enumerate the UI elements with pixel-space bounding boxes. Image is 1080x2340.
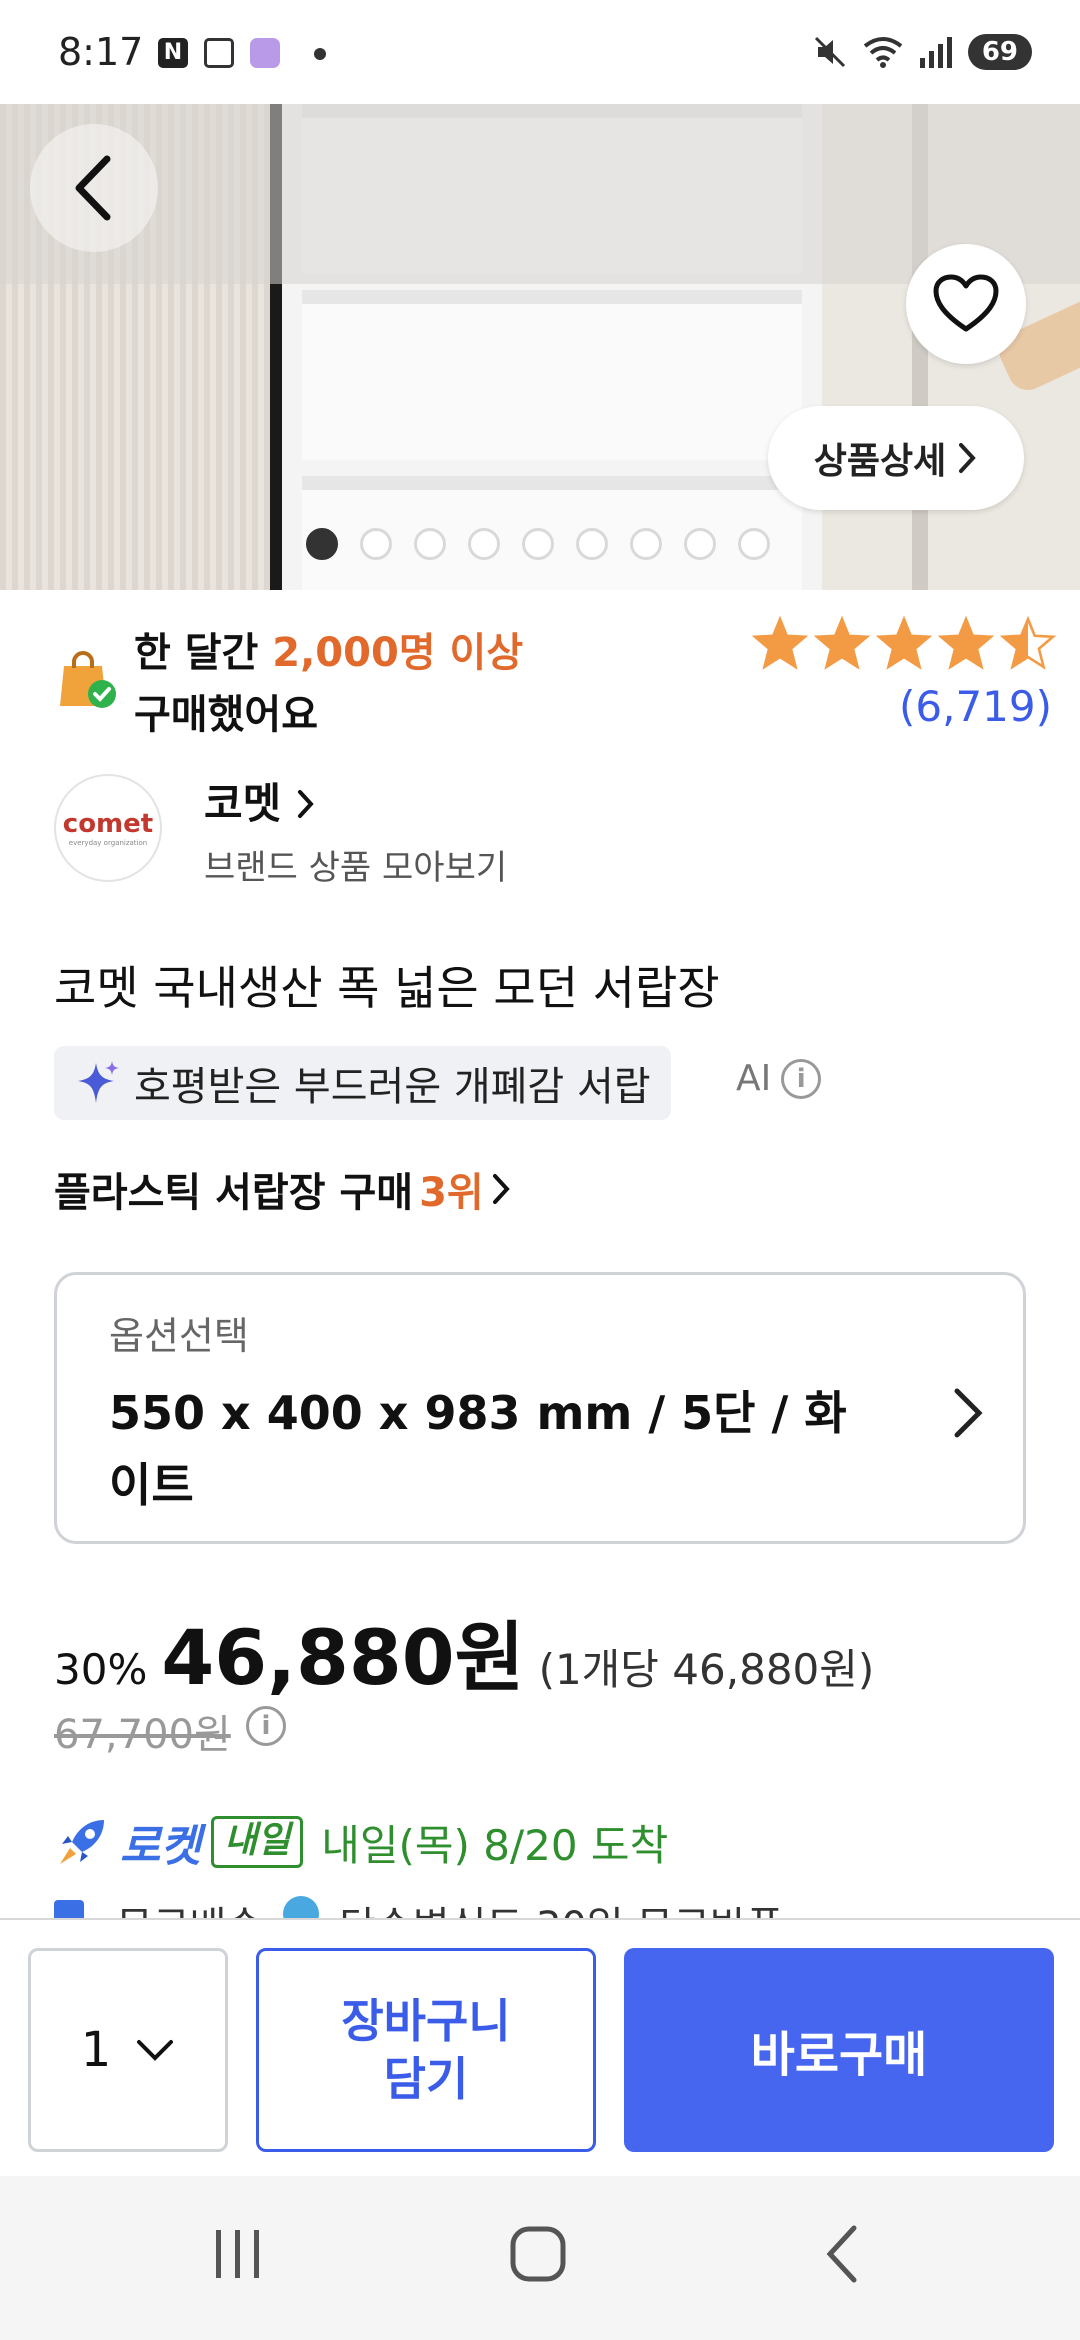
ai-review-summary[interactable]: 호평받은 부드러운 개폐감 서랍 — [54, 1046, 671, 1120]
category-rank-link[interactable]: 플라스틱 서랍장 구매 3위 — [54, 1160, 512, 1218]
carousel-indicator — [306, 528, 770, 560]
add-to-cart-button[interactable]: 장바구니 담기 — [256, 1948, 596, 2152]
chevron-down-icon — [137, 2040, 174, 2061]
delivery-benefits-peek: 무료배송 단순변심도 30일 무료반품 — [54, 1894, 954, 1918]
carousel-dot[interactable] — [468, 528, 500, 560]
free-shipping-text: 무료배송 — [116, 1894, 263, 1918]
back-nav-icon[interactable] — [822, 2224, 862, 2284]
chevron-left-icon — [75, 155, 111, 221]
carousel-dot[interactable] — [738, 528, 770, 560]
shopping-bag-icon — [60, 651, 116, 708]
unit-price: (1개당 46,880원) — [538, 1645, 875, 1694]
option-selector[interactable]: 옵션선택 550 x 400 x 983 mm / 5단 / 화이트 — [54, 1272, 1026, 1544]
option-value: 550 x 400 x 983 mm / 5단 / 화이트 — [109, 1386, 847, 1512]
original-price: 67,700원 — [54, 1712, 231, 1758]
rating-stars[interactable] — [752, 616, 1056, 670]
ai-label: AI — [736, 1058, 772, 1099]
carousel-dot[interactable] — [630, 528, 662, 560]
heart-icon — [933, 274, 999, 332]
buy-now-button[interactable]: 바로구매 — [624, 1948, 1054, 2152]
carousel-dot[interactable] — [522, 528, 554, 560]
n-app-icon: N — [158, 38, 188, 68]
system-nav-bar — [0, 2176, 1080, 2340]
star-icon — [752, 616, 808, 670]
more-notifications-dot-icon — [314, 48, 326, 60]
discount-rate: 30% — [54, 1645, 148, 1694]
free-return-text: 단순변심도 30일 무료반품 — [339, 1894, 783, 1918]
product-title: 코멧 국내생산 폭 넓은 모던 서랍장 — [54, 961, 720, 1015]
product-image-carousel[interactable]: 상품상세 — [0, 104, 1080, 590]
rocket-icon — [60, 1820, 104, 1864]
ai-info[interactable]: AI i — [736, 1058, 822, 1099]
truck-icon — [54, 1900, 84, 1918]
rocket-delivery: 로켓 내일 내일(목) 8/20 도착 — [54, 1810, 668, 1874]
sale-price: 46,880원 — [161, 1613, 525, 1702]
info-icon: i — [781, 1058, 822, 1099]
price-row: 30% 46,880원 (1개당 46,880원) — [54, 1596, 874, 1706]
carousel-dot[interactable] — [360, 528, 392, 560]
carousel-dot[interactable] — [414, 528, 446, 560]
rocket-label: 로켓 — [120, 1821, 201, 1872]
tomorrow-badge: 내일 — [210, 1816, 304, 1868]
screenshot-icon — [204, 38, 234, 68]
purchase-stat-highlight: 2,000명 이상 — [272, 630, 524, 676]
product-detail-label: 상품상세 — [813, 441, 947, 482]
app-notification-icon — [250, 38, 280, 68]
chevron-right-icon — [297, 790, 314, 818]
wifi-icon — [863, 37, 903, 68]
brand-logo[interactable]: comet everyday organization — [54, 774, 162, 882]
chevron-right-icon — [492, 1174, 510, 1204]
product-detail-button[interactable]: 상품상세 — [768, 406, 1024, 510]
sparkle-icon — [78, 1061, 119, 1103]
price-info-icon[interactable]: i — [246, 1706, 286, 1746]
brand-name-link[interactable]: 코멧 — [204, 770, 316, 831]
brand-products-link[interactable]: 브랜드 상품 모아보기 — [204, 840, 507, 889]
star-icon — [876, 616, 932, 670]
wishlist-button[interactable] — [906, 244, 1026, 364]
return-icon — [283, 1896, 320, 1918]
quantity-selector[interactable]: 1 — [28, 1948, 228, 2152]
battery-indicator: 69 — [967, 34, 1032, 70]
signal-icon — [919, 37, 952, 68]
rank-value: 3위 — [419, 1170, 484, 1216]
back-button[interactable] — [30, 124, 158, 252]
chevron-right-icon — [959, 443, 976, 473]
chevron-right-icon — [954, 1388, 983, 1438]
star-icon — [938, 616, 994, 670]
home-icon[interactable] — [508, 2224, 568, 2284]
purchase-stat-line2: 구매했어요 — [134, 692, 318, 738]
carousel-dot[interactable] — [306, 528, 338, 560]
option-label: 옵션선택 — [109, 1314, 249, 1358]
quantity-value: 1 — [80, 2022, 112, 2078]
status-time: 8:17 — [58, 30, 144, 74]
carousel-dot[interactable] — [684, 528, 716, 560]
star-icon — [814, 616, 870, 670]
status-bar: 8:17 N 69 — [0, 0, 1080, 104]
mute-icon — [814, 36, 845, 68]
review-count[interactable]: (6,719) — [899, 682, 1052, 731]
carousel-dot[interactable] — [576, 528, 608, 560]
bottom-action-bar: 1 장바구니 담기 바로구매 — [0, 1918, 1080, 2176]
arrival-date: 내일(목) 8/20 도착 — [321, 1820, 669, 1870]
purchase-stat: 한 달간 2,000명 이상 — [134, 630, 524, 676]
star-icon — [1000, 616, 1056, 670]
recent-apps-icon[interactable] — [212, 2224, 264, 2284]
